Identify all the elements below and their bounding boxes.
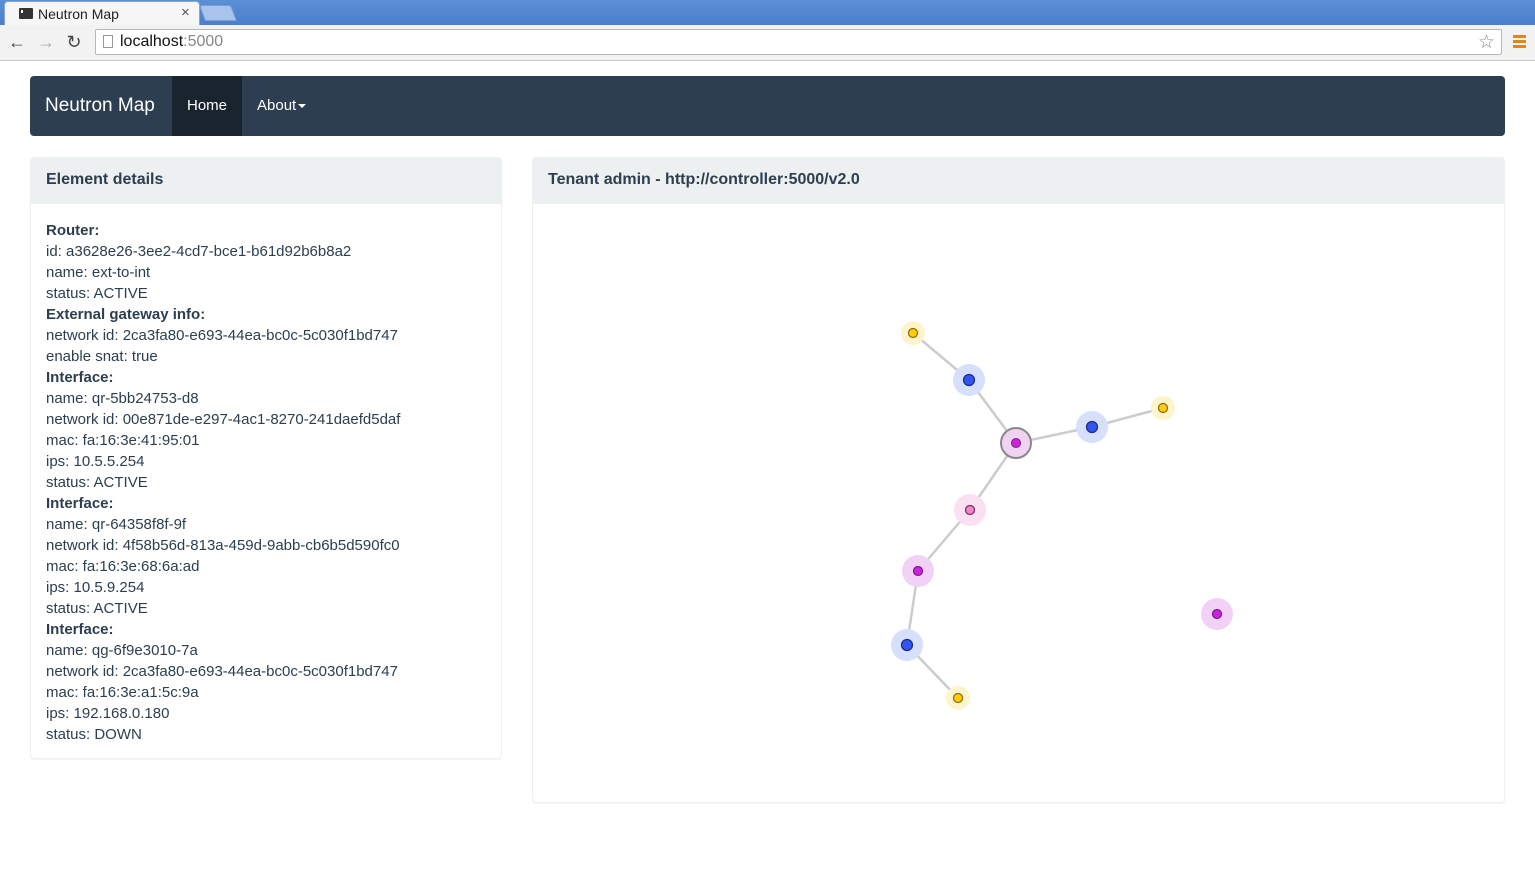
panel-title: Element details (31, 158, 501, 204)
network-node[interactable] (1076, 411, 1108, 443)
port-node[interactable] (954, 494, 986, 526)
address-bar[interactable]: localhost:5000 ☆ (95, 29, 1502, 55)
new-tab-button[interactable] (199, 5, 237, 21)
detail-line: mac: fa:16:3e:41:95:01 (46, 432, 200, 449)
detail-section-header: Router: (46, 222, 100, 239)
detail-line: status: ACTIVE (46, 474, 148, 491)
network-map-panel: Tenant admin - http://controller:5000/v2… (532, 157, 1505, 803)
detail-line: mac: fa:16:3e:a1:5c:9a (46, 684, 199, 701)
detail-section-header: Interface: (46, 369, 114, 386)
brand-link[interactable]: Neutron Map (45, 95, 155, 117)
url-text: localhost:5000 (120, 33, 224, 50)
external-host-node[interactable] (946, 686, 970, 710)
external-host-node[interactable] (1151, 396, 1175, 420)
browser-tabstrip: Neutron Map × (0, 0, 1535, 25)
router-node[interactable] (1000, 427, 1032, 459)
close-icon[interactable]: × (181, 4, 190, 21)
details-list: Router: id: a3628e26-3ee2-4cd7-bce1-b61d9… (31, 204, 501, 745)
detail-section-header: Interface: (46, 621, 114, 638)
detail-line: ips: 10.5.9.254 (46, 579, 145, 596)
detail-line: mac: fa:16:3e:68:6a:ad (46, 558, 200, 575)
detail-line: network id: 2ca3fa80-e693-44ea-bc0c-5c03… (46, 327, 398, 344)
element-details-panel: Element details Router: id: a3628e26-3ee2… (30, 157, 502, 759)
detail-line: name: qg-6f9e3010-7a (46, 642, 198, 659)
detail-line: id: a3628e26-3ee2-4cd7-bce1-b61d92b6b8a2 (46, 243, 352, 260)
browser-menu-icon[interactable] (1513, 35, 1526, 49)
detail-line: network id: 00e871de-e297-4ac1-8270-241d… (46, 411, 401, 428)
detail-line: ips: 10.5.5.254 (46, 453, 145, 470)
forward-arrow-icon[interactable]: → (35, 31, 57, 53)
panel-title: Tenant admin - http://controller:5000/v2… (533, 158, 1504, 204)
detail-line: network id: 2ca3fa80-e693-44ea-bc0c-5c03… (46, 663, 398, 680)
detail-line: ips: 192.168.0.180 (46, 705, 170, 722)
caret-down-icon (298, 104, 307, 109)
detail-line: status: ACTIVE (46, 600, 148, 617)
reload-icon[interactable]: ↻ (63, 31, 85, 53)
terminal-icon (19, 8, 33, 19)
detail-section-header: Interface: (46, 495, 114, 512)
back-arrow-icon[interactable]: ← (6, 31, 28, 53)
nav-item-home[interactable]: Home (172, 76, 242, 136)
browser-toolbar: ← → ↻ localhost:5000 ☆ (0, 25, 1535, 61)
detail-section-header: External gateway info: (46, 306, 206, 323)
port-node[interactable] (1201, 598, 1233, 630)
detail-line: enable snat: true (46, 348, 158, 365)
detail-line: network id: 4f58b56d-813a-459d-9abb-cb6b… (46, 537, 400, 554)
detail-line: name: ext-to-int (46, 264, 151, 281)
nav-item-about-label: About (257, 97, 297, 114)
network-topology-graph[interactable] (533, 204, 1504, 802)
detail-line: name: qr-64358f8f-9f (46, 516, 187, 533)
detail-line: name: qr-5bb24753-d8 (46, 390, 199, 407)
detail-line: status: DOWN (46, 726, 142, 743)
app-navbar: Neutron Map Home About (30, 76, 1505, 136)
nav-item-about[interactable]: About (257, 76, 307, 136)
network-node[interactable] (953, 364, 985, 396)
network-node[interactable] (891, 629, 923, 661)
external-host-node[interactable] (901, 321, 925, 345)
bookmark-star-icon[interactable]: ☆ (1478, 31, 1495, 54)
detail-line: status: ACTIVE (46, 285, 148, 302)
tab-title: Neutron Map (38, 6, 119, 22)
port-node[interactable] (902, 555, 934, 587)
browser-tab[interactable]: Neutron Map × (4, 1, 200, 25)
page-icon (103, 35, 113, 48)
